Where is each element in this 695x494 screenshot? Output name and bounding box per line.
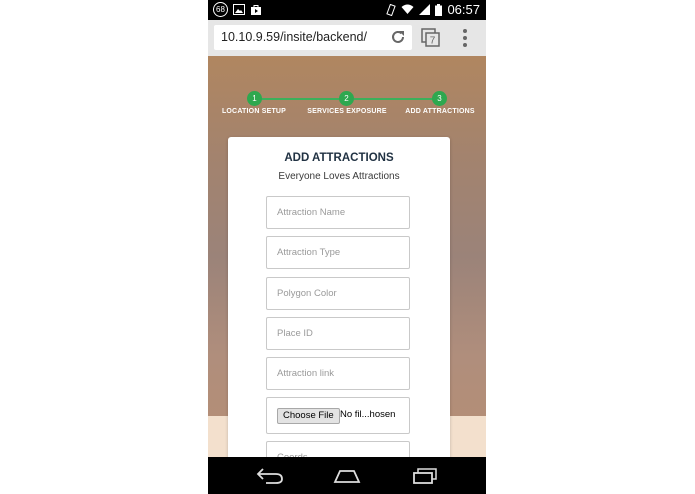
reload-icon[interactable]: [390, 29, 406, 45]
step-2-label: SERVICES EXPOSURE: [307, 108, 387, 115]
step-connector: [261, 98, 347, 100]
place-id-input[interactable]: [266, 317, 410, 350]
battery-icon: [435, 3, 443, 16]
navigation-bar: [208, 457, 486, 494]
step-1-dot: 1: [247, 91, 262, 106]
choose-file-button[interactable]: Choose File: [277, 408, 340, 424]
back-icon[interactable]: [256, 468, 284, 484]
add-attractions-form: ADD ATTRACTIONS Everyone Loves Attractio…: [228, 137, 450, 457]
tab-count: 7: [430, 36, 436, 47]
vibrate-icon: [386, 3, 397, 16]
file-status: No fil...hosen: [340, 409, 396, 420]
wifi-icon: [401, 4, 414, 14]
home-icon[interactable]: [333, 469, 361, 483]
image-icon: [233, 4, 245, 15]
attraction-name-input[interactable]: [266, 196, 410, 229]
status-bar: 68 06:57: [208, 0, 486, 20]
web-page: 1 LOCATION SETUP 2 SERVICES EXPOSURE 3 A…: [208, 56, 486, 457]
shopping-bag-icon: [251, 4, 261, 15]
phone-screen: 68 06:57 10.10.9.59/insite/backend/ 7 1 …: [208, 0, 486, 494]
step-2-dot: 2: [339, 91, 354, 106]
step-connector: [354, 98, 439, 100]
recent-apps-icon[interactable]: [412, 468, 438, 484]
tabs-icon: 7: [421, 28, 440, 47]
browser-toolbar: 10.10.9.59/insite/backend/ 7: [208, 20, 486, 57]
coords-input[interactable]: [266, 441, 410, 457]
step-3-label: ADD ATTRACTIONS: [405, 108, 475, 115]
file-upload-field: Choose File No fil...hosen: [266, 397, 410, 434]
step-1-label: LOCATION SETUP: [221, 108, 287, 115]
tabs-button[interactable]: 7: [421, 28, 441, 53]
polygon-color-input[interactable]: [266, 277, 410, 310]
attraction-type-input[interactable]: [266, 236, 410, 269]
progress-steps: 1 LOCATION SETUP 2 SERVICES EXPOSURE 3 A…: [208, 90, 486, 120]
form-title: ADD ATTRACTIONS: [284, 152, 394, 164]
clock: 06:57: [447, 2, 480, 17]
attraction-link-input[interactable]: [266, 357, 410, 390]
notification-badge-icon: 68: [213, 2, 228, 17]
signal-icon: [419, 4, 431, 15]
step-3-dot: 3: [432, 91, 447, 106]
overflow-menu-icon[interactable]: [462, 28, 468, 48]
url-field[interactable]: 10.10.9.59/insite/backend/: [214, 25, 412, 50]
form-subtitle: Everyone Loves Attractions: [278, 171, 400, 182]
